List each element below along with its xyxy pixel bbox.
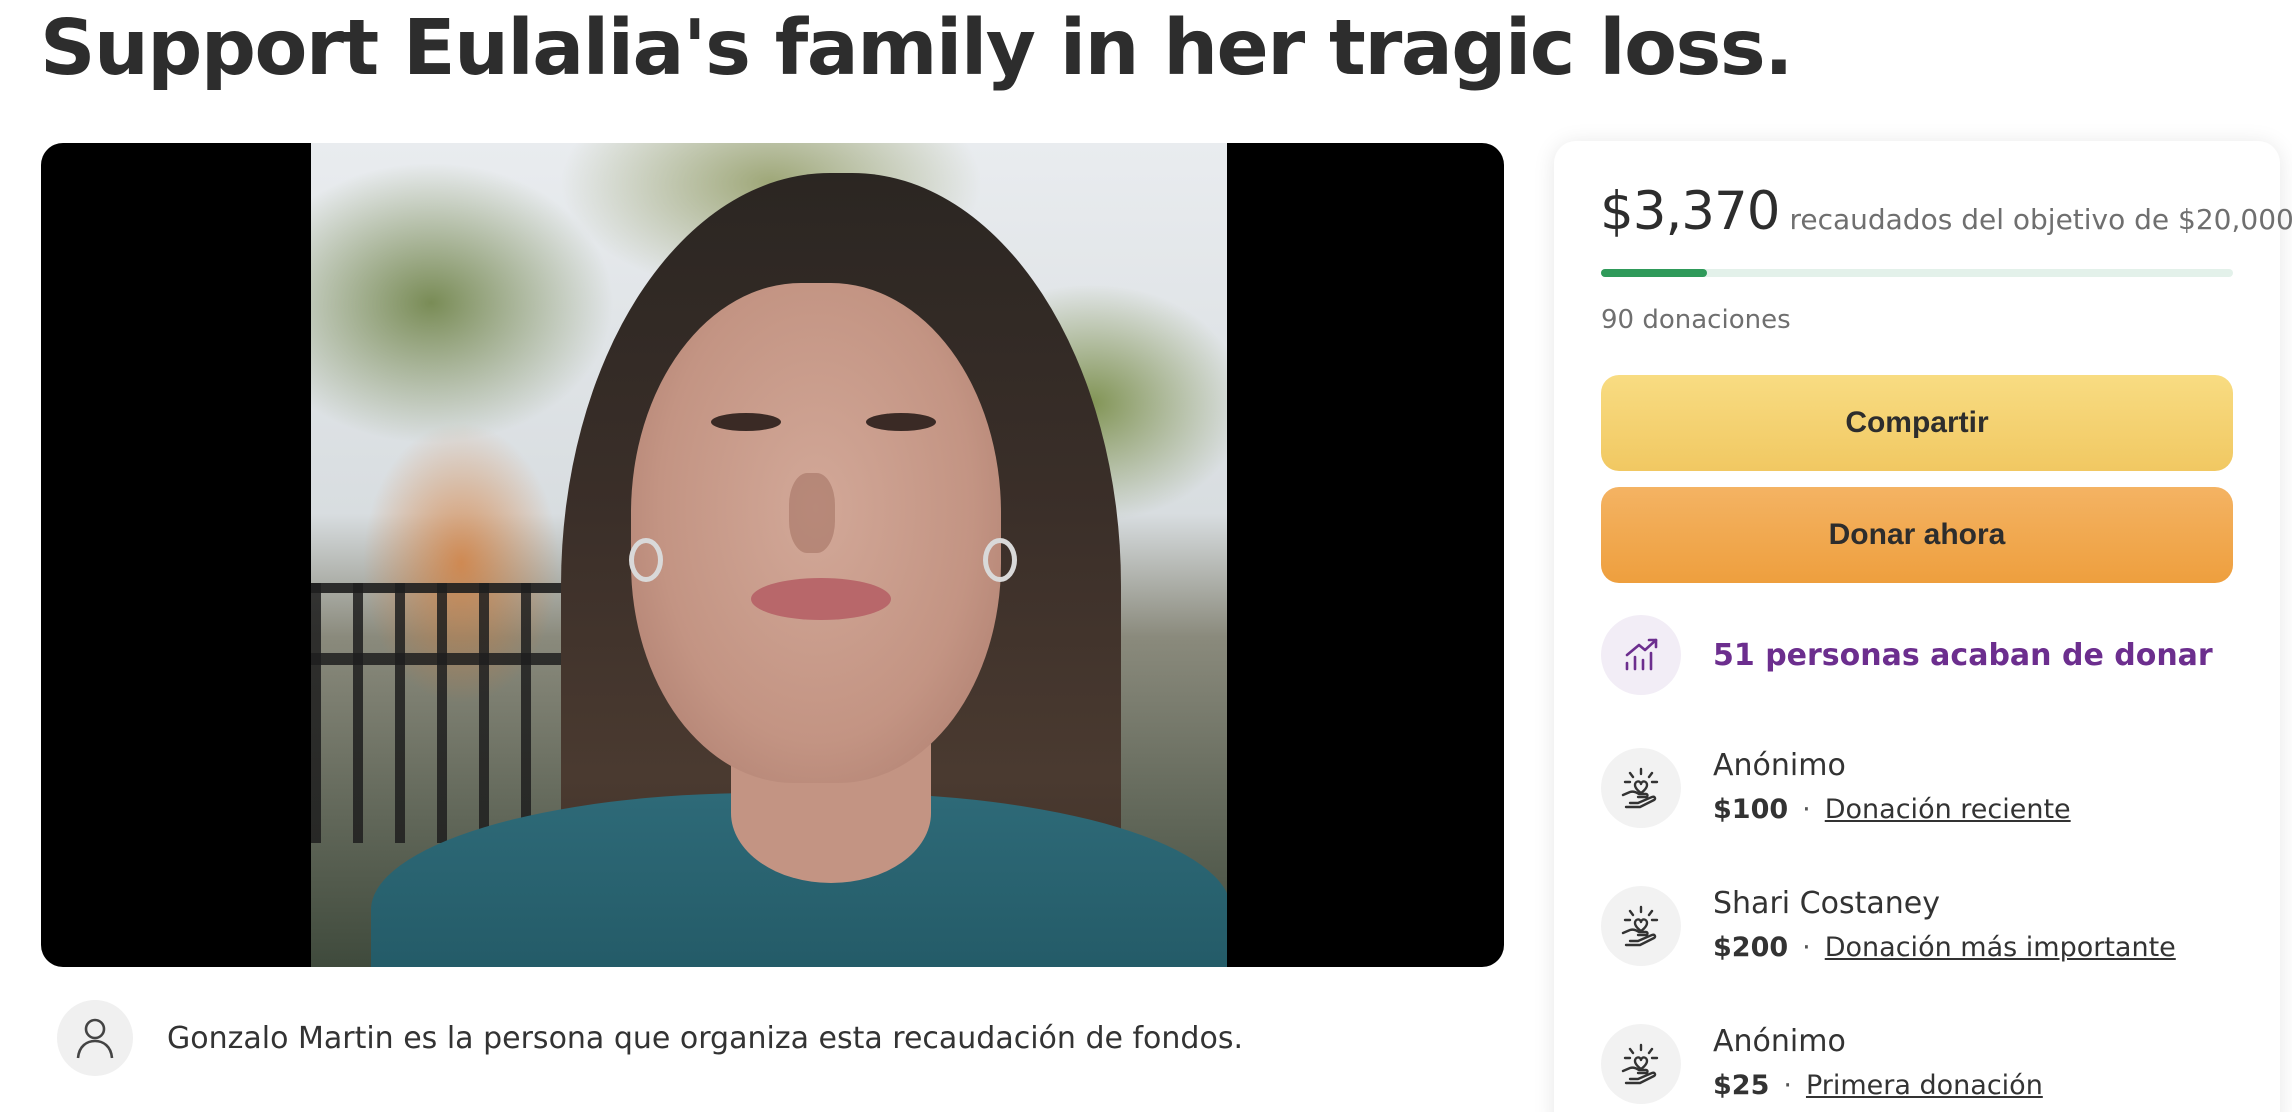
- raised-amount: $3,370: [1600, 181, 1780, 242]
- left-earring: [629, 538, 663, 582]
- heart-hand-icon: [1601, 748, 1681, 828]
- recent-donors-trend[interactable]: 51 personas acaban de donar: [1601, 615, 2213, 695]
- donor-amount: $100: [1713, 794, 1789, 825]
- fundraiser-page: Support Eulalia's family in her tragic l…: [0, 0, 2292, 1112]
- campaign-photo[interactable]: [41, 143, 1504, 967]
- lips: [751, 578, 891, 620]
- progress-fill: [1601, 269, 1708, 277]
- donor-item: Anónimo $100 · Donación reciente: [1601, 746, 2071, 830]
- donor-tag-link[interactable]: Donación reciente: [1825, 794, 2071, 825]
- donor-amount: $200: [1713, 932, 1789, 963]
- donor-name: Anónimo: [1713, 1024, 1846, 1059]
- portrait-image: [311, 143, 1227, 967]
- organizer-row: Gonzalo Martin es la persona que organiz…: [57, 1000, 1243, 1076]
- donor-name: Anónimo: [1713, 748, 1846, 783]
- right-earring: [983, 538, 1017, 582]
- nose: [789, 473, 835, 553]
- left-eye: [711, 413, 781, 431]
- heart-hand-icon: [1601, 1024, 1681, 1104]
- donor-name: Shari Costaney: [1713, 886, 1940, 921]
- separator-dot: ·: [1783, 1070, 1792, 1101]
- donor-tag-link[interactable]: Primera donación: [1806, 1070, 2043, 1101]
- donate-now-button[interactable]: Donar ahora: [1601, 487, 2233, 583]
- share-button[interactable]: Compartir: [1601, 375, 2233, 471]
- organizer-text: Gonzalo Martin es la persona que organiz…: [167, 1020, 1243, 1056]
- user-icon: [57, 1000, 133, 1076]
- page-title: Support Eulalia's family in her tragic l…: [40, 4, 1793, 93]
- progress-bar: [1601, 269, 2233, 277]
- donation-count: 90 donaciones: [1601, 305, 1791, 335]
- trending-up-icon: [1601, 615, 1681, 695]
- heart-hand-icon: [1601, 886, 1681, 966]
- donation-card: $3,370 recaudados del objetivo de $20,00…: [1554, 141, 2292, 1112]
- donor-item: Shari Costaney $200 · Donación más importa…: [1601, 884, 2176, 968]
- donor-amount: $25: [1713, 1070, 1770, 1101]
- donor-item: Anónimo $25 · Primera donación: [1601, 1022, 2043, 1106]
- goal-text: recaudados del objetivo de $20,000: [1789, 203, 2292, 236]
- separator-dot: ·: [1802, 794, 1811, 825]
- raised-summary: $3,370 recaudados del objetivo de $20,00…: [1600, 181, 2292, 242]
- right-eye: [866, 413, 936, 431]
- separator-dot: ·: [1802, 932, 1811, 963]
- trend-text: 51 personas acaban de donar: [1713, 637, 2213, 673]
- donor-tag-link[interactable]: Donación más importante: [1825, 932, 2176, 963]
